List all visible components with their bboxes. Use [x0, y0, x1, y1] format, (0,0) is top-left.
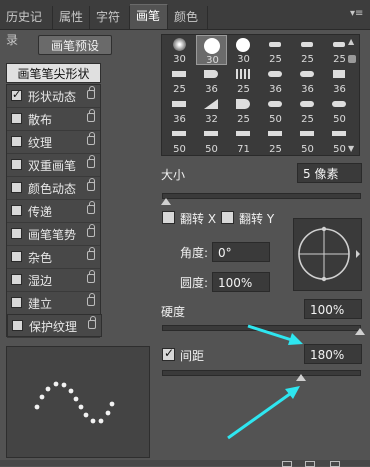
panel-bottom-bar — [0, 460, 370, 467]
arrow-to-spacing-thumb — [227, 389, 295, 440]
grid-icon[interactable] — [305, 461, 315, 467]
annotation-arrows — [227, 324, 303, 440]
new-brush-icon[interactable] — [330, 461, 340, 467]
new-preset-icon[interactable] — [282, 461, 292, 467]
arrow-head-icon — [288, 333, 303, 345]
